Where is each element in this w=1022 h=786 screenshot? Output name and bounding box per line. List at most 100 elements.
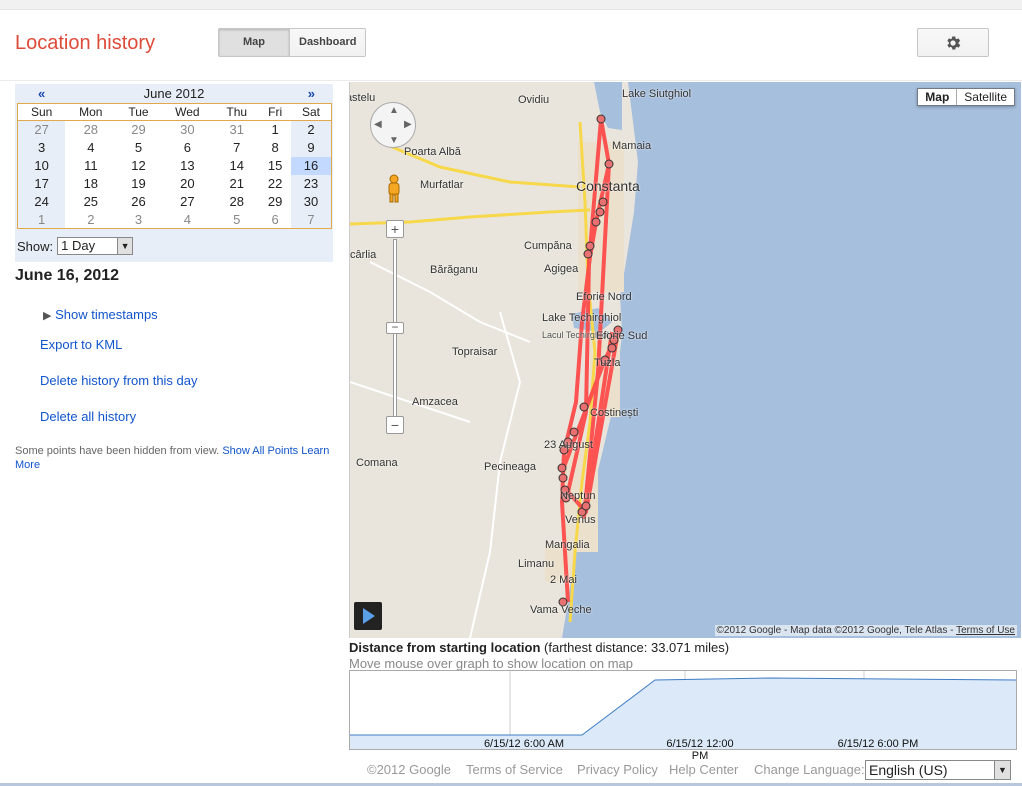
graph-hint: Move mouse over graph to show location o…: [349, 656, 633, 671]
show-timestamps-link[interactable]: ▶ Show timestamps: [43, 307, 158, 322]
place-label: Murfatlar: [420, 179, 464, 191]
export-kml-link[interactable]: Export to KML: [40, 337, 122, 352]
weekday-header: Sat: [290, 103, 332, 121]
calendar-day[interactable]: 13: [161, 157, 215, 175]
calendar-day[interactable]: 21: [214, 175, 259, 193]
calendar-day[interactable]: 29: [116, 121, 160, 139]
pegman-icon[interactable]: [386, 174, 402, 204]
calendar-day[interactable]: 2: [290, 120, 332, 139]
weekday-header: Wed: [160, 103, 215, 121]
top-strip: [0, 0, 1022, 10]
calendar-day[interactable]: 3: [116, 211, 160, 229]
calendar-day[interactable]: 30: [290, 192, 332, 211]
footer-help-link[interactable]: Help Center: [669, 762, 738, 777]
calendar-day[interactable]: 28: [65, 121, 116, 139]
calendar-day[interactable]: 31: [214, 121, 259, 139]
show-timestamps-label: Show timestamps: [55, 307, 158, 322]
calendar-day[interactable]: 27: [17, 120, 66, 139]
header-divider: [0, 80, 1022, 81]
calendar-day[interactable]: 7: [290, 210, 332, 229]
place-label: Costinești: [590, 407, 639, 419]
range-select[interactable]: 1 Day ▼: [57, 237, 134, 255]
calendar-day[interactable]: 6: [259, 211, 291, 229]
place-label: Castelu: [350, 92, 376, 104]
place-label: Cumpăna: [524, 240, 572, 252]
map-terms-link[interactable]: Terms of Use: [956, 625, 1015, 636]
weekday-header: Sun: [17, 103, 66, 121]
map-type-control: Map Satellite: [917, 88, 1015, 106]
calendar-day[interactable]: 3: [17, 138, 66, 157]
place-label: Venus: [565, 514, 596, 526]
zoom-out-button[interactable]: −: [386, 416, 404, 434]
map-canvas[interactable]: [350, 82, 1021, 638]
language-select[interactable]: English (US) ▼: [865, 760, 1011, 780]
calendar-day[interactable]: 30: [161, 121, 215, 139]
calendar-day[interactable]: 1: [17, 210, 66, 229]
footer-terms-link[interactable]: Terms of Service: [466, 762, 563, 777]
arrow-down-icon[interactable]: ▼: [389, 135, 399, 146]
calendar-day[interactable]: 29: [259, 193, 291, 211]
calendar-day[interactable]: 14: [214, 157, 259, 175]
calendar-day[interactable]: 9: [290, 138, 332, 157]
chevron-down-icon: ▼: [117, 238, 133, 254]
play-button[interactable]: [354, 602, 382, 630]
map-type-satellite-button[interactable]: Satellite: [957, 89, 1014, 105]
calendar-day[interactable]: 24: [17, 192, 66, 211]
calendar-day[interactable]: 5: [116, 139, 160, 157]
delete-all-link[interactable]: Delete all history: [40, 409, 136, 424]
delete-day-link[interactable]: Delete history from this day: [40, 373, 198, 388]
place-label: Comana: [356, 457, 398, 469]
show-range: Show: 1 Day ▼: [17, 237, 134, 255]
zoom-in-button[interactable]: +: [386, 220, 404, 238]
calendar-day[interactable]: 2: [65, 211, 116, 229]
calendar-day[interactable]: 11: [65, 157, 116, 175]
calendar-day[interactable]: 27: [161, 193, 215, 211]
hidden-points-note: Some points have been hidden from view. …: [15, 444, 333, 472]
place-label: Neptun: [560, 490, 596, 502]
calendar-day[interactable]: 5: [214, 211, 259, 229]
next-month-button[interactable]: »: [308, 86, 315, 101]
calendar-day[interactable]: 23: [290, 174, 332, 193]
calendar-day[interactable]: 4: [161, 211, 215, 229]
selected-day-heading: June 16, 2012: [15, 267, 120, 284]
calendar-day[interactable]: 7: [214, 139, 259, 157]
arrow-left-icon[interactable]: ◀: [374, 119, 382, 130]
arrow-up-icon[interactable]: ▲: [389, 105, 399, 116]
settings-button[interactable]: [917, 28, 989, 57]
calendar: « June 2012 » Sun Mon Tue Wed Thu Fri Sat 27 28…: [15, 84, 333, 262]
footer-privacy-link[interactable]: Privacy Policy: [577, 762, 658, 777]
calendar-day[interactable]: 19: [116, 175, 160, 193]
calendar-day[interactable]: 12: [116, 157, 160, 175]
calendar-day[interactable]: 8: [259, 139, 291, 157]
graph-title-text: Distance from starting location: [349, 640, 541, 655]
graph-title: Distance from starting location (farthes…: [349, 640, 729, 655]
arrow-right-icon[interactable]: ▶: [404, 119, 412, 130]
calendar-day[interactable]: 1: [259, 121, 291, 139]
calendar-day[interactable]: 10: [17, 156, 66, 175]
calendar-day[interactable]: 20: [161, 175, 215, 193]
calendar-day[interactable]: 6: [161, 139, 215, 157]
calendar-day[interactable]: 15: [259, 157, 291, 175]
calendar-day[interactable]: 18: [65, 175, 116, 193]
calendar-day[interactable]: 17: [17, 174, 66, 193]
pan-control[interactable]: ▲ ▼ ◀ ▶: [370, 102, 416, 148]
calendar-day[interactable]: 4: [65, 139, 116, 157]
show-label: Show:: [17, 238, 54, 254]
tab-map[interactable]: Map: [219, 29, 290, 56]
map-type-map-button[interactable]: Map: [918, 89, 958, 105]
place-label: Eforie Nord: [576, 291, 632, 303]
tab-dashboard[interactable]: Dashboard: [290, 29, 366, 56]
calendar-day[interactable]: 26: [116, 193, 160, 211]
footer-copyright: ©2012 Google: [367, 762, 452, 777]
hidden-points-text: Some points have been hidden from view.: [15, 445, 220, 457]
zoom-slider-handle[interactable]: −: [386, 321, 404, 334]
place-label: Bărăganu: [430, 264, 478, 276]
calendar-day[interactable]: 16: [290, 156, 332, 175]
calendar-day[interactable]: 22: [259, 175, 291, 193]
show-all-points-link[interactable]: Show All Points: [222, 445, 298, 457]
calendar-day[interactable]: 25: [65, 193, 116, 211]
chevron-down-icon: ▼: [994, 761, 1010, 779]
map-view[interactable]: Castelu Ovidiu Lake Siutghiol Mamaia Poarta …: [349, 82, 1021, 638]
calendar-day[interactable]: 28: [214, 193, 259, 211]
place-label: Constanta: [576, 178, 640, 194]
